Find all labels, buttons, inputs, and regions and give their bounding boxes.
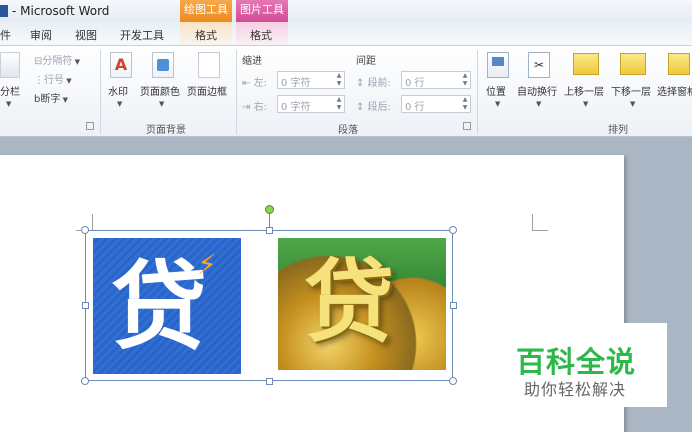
margin-mark [92,214,93,230]
chevron-down-icon: ▼ [536,100,542,108]
spacing-after-stepper-icon[interactable]: ▲ ▼ [461,96,469,112]
breaks-button[interactable]: ⊟分隔符 ▼ [34,52,80,67]
resize-handle-left[interactable] [82,302,89,309]
resize-handle-bottom[interactable] [266,378,273,385]
chevron-down-icon: ▼ [6,100,12,108]
tab-drawing-format[interactable]: 格式 [195,27,217,43]
watermark-subtitle: 助你轻松解决 [524,380,627,399]
indent-right-stepper-icon[interactable]: ▲ ▼ [335,96,343,112]
chevron-down-icon: ▼ [495,100,501,108]
ribbon-tab-row [0,22,692,46]
watermark-button[interactable]: 水印 [108,83,128,98]
columns-button[interactable]: 分栏 [0,83,20,98]
indent-left-stepper-icon[interactable]: ▲ ▼ [335,72,343,88]
group-separator [477,50,478,134]
paragraph-launcher-icon[interactable] [463,122,471,130]
resize-handle-right[interactable] [450,302,457,309]
spacing-label: 间距 [356,56,376,67]
columns-icon [0,52,20,78]
tab-picture-format[interactable]: 格式 [250,27,272,43]
spacing-after-label: ↕ 段后: [356,102,391,113]
indent-right-label: ⇥ 右: [242,102,267,113]
hyphenation-button[interactable]: b断字 ▼ [34,90,68,105]
tab-review[interactable]: 审阅 [30,27,52,43]
word-app-icon [0,5,8,17]
indent-left-label: ⇤ 左: [242,78,267,89]
position-button[interactable]: 位置 [486,83,506,98]
page-color-icon [152,52,174,78]
chevron-down-icon: ▼ [159,100,165,108]
paragraph-group-label: 段落 [338,125,358,136]
page-borders-icon [198,52,220,78]
line-numbers-button[interactable]: ⋮行号 ▼ [34,71,72,86]
watermark-title: 百科全说 [516,345,637,379]
resize-handle-top-right[interactable] [449,226,457,234]
chevron-down-icon: ▼ [64,77,72,85]
page-borders-button[interactable]: 页面边框 [187,83,227,98]
spacing-after-icon: ↕ [356,102,368,113]
resize-handle-bottom-right[interactable] [449,377,457,385]
tab-file[interactable]: 件 [0,27,11,43]
chevron-down-icon: ▼ [630,100,636,108]
rotation-handle[interactable] [265,205,274,214]
indent-left-icon: ⇤ [242,78,254,89]
margin-mark [532,230,548,231]
tab-view[interactable]: 视图 [75,27,97,43]
line-numbers-icon: ⋮ [34,75,44,86]
chevron-down-icon: ▼ [60,96,68,104]
send-backward-icon [620,53,646,75]
selection-frame [85,230,453,381]
group-separator [100,50,101,134]
resize-handle-top[interactable] [266,227,273,234]
picture-tools-context-header: 图片工具 [236,0,288,22]
watermark-icon: A [110,52,132,78]
bring-forward-button[interactable]: 上移一层 [564,83,604,98]
wrap-text-button[interactable]: 自动换行 [517,83,557,98]
page-background-group-label: 页面背景 [146,125,186,136]
indent-right-icon: ⇥ [242,102,254,113]
bring-forward-icon [573,53,599,75]
page-setup-launcher-icon[interactable] [86,122,94,130]
drawing-tools-context-header: 绘图工具 [180,0,232,22]
position-icon [487,52,509,78]
tab-developer[interactable]: 开发工具 [120,27,164,43]
spacing-before-stepper-icon[interactable]: ▲ ▼ [461,72,469,88]
indent-label: 缩进 [242,56,262,67]
resize-handle-top-left[interactable] [81,226,89,234]
selection-pane-button[interactable]: 选择窗格 [657,83,692,98]
spacing-before-label: ↕ 段前: [356,78,391,89]
chevron-down-icon: ▼ [72,58,80,66]
chevron-down-icon: ▼ [583,100,589,108]
wrap-text-icon: ✂ [528,52,550,78]
group-separator [236,50,237,134]
margin-mark [532,214,533,230]
page-color-button[interactable]: 页面颜色 [140,83,180,98]
window-title: - Microsoft Word [12,4,110,18]
resize-handle-bottom-left[interactable] [81,377,89,385]
send-backward-button[interactable]: 下移一层 [611,83,651,98]
arrange-group-label: 排列 [608,125,628,136]
selection-pane-icon [668,53,690,75]
chevron-down-icon: ▼ [117,100,123,108]
spacing-before-icon: ↕ [356,78,368,89]
